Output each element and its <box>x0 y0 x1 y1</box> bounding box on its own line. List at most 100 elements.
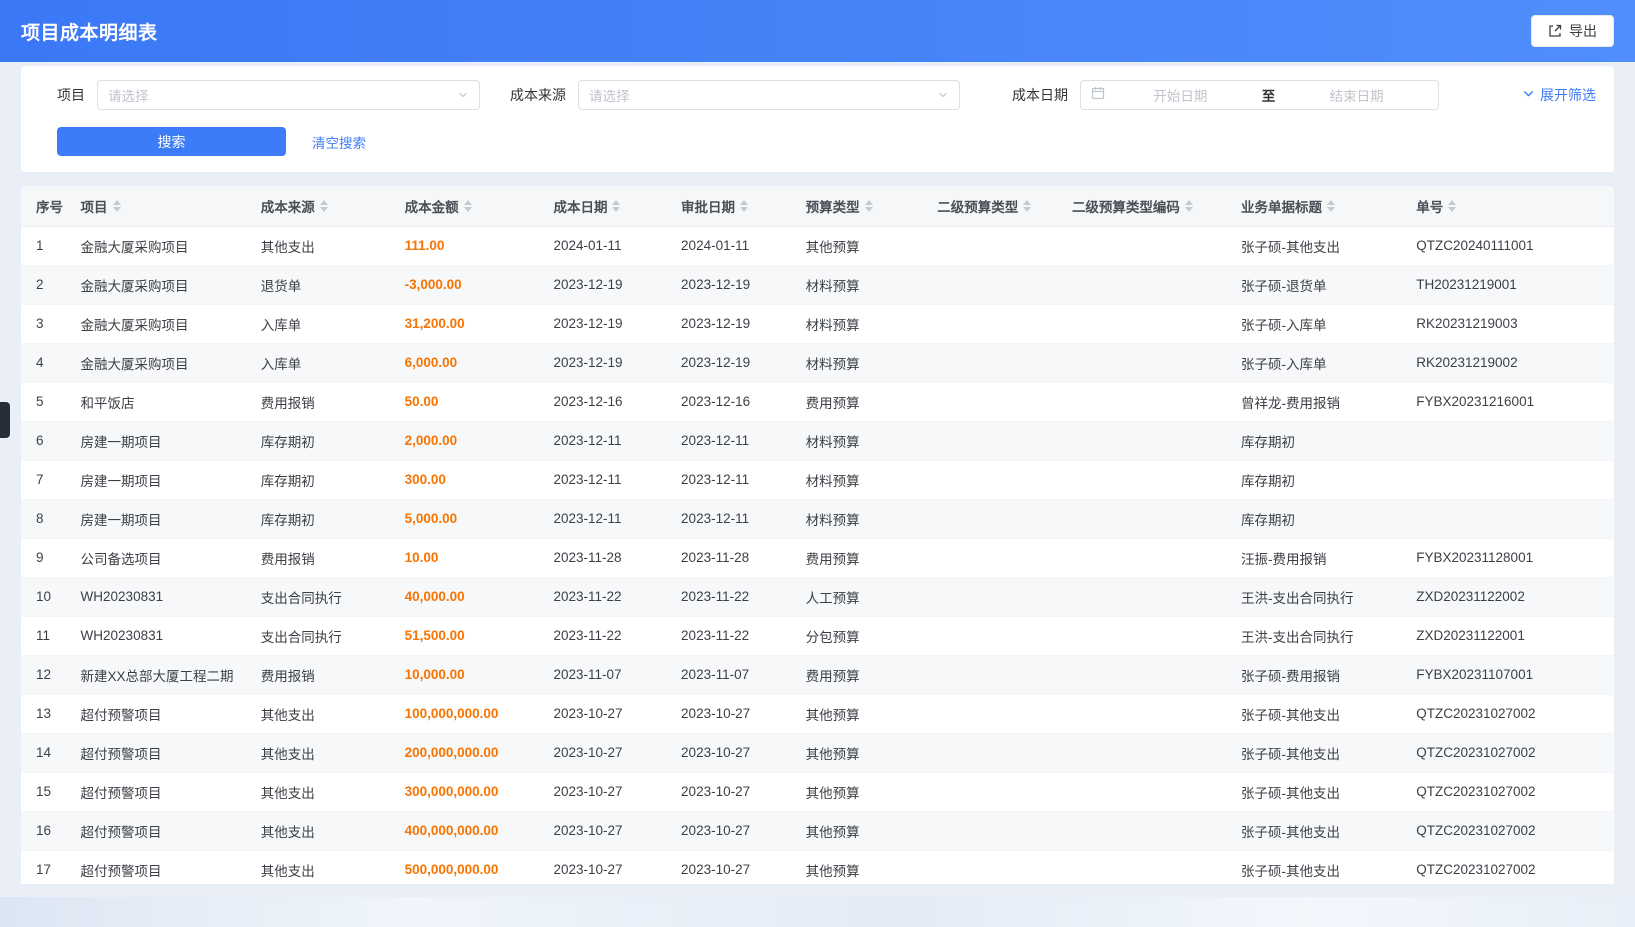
table-row[interactable]: 2金融大厦采购项目退货单-3,000.002023-12-192023-12-1… <box>21 265 1614 304</box>
cell-cost_date: 2023-11-22 <box>538 616 666 655</box>
table-row[interactable]: 5和平饭店费用报销50.002023-12-162023-12-16费用预算曾祥… <box>21 382 1614 421</box>
table-row[interactable]: 8房建一期项目库存期初5,000.002023-12-112023-12-11材… <box>21 499 1614 538</box>
cell-no: 1 <box>21 226 66 265</box>
column-header-doc_title[interactable]: 业务单据标题 <box>1226 186 1401 226</box>
cell-cost_date: 2023-12-19 <box>538 265 666 304</box>
cell-sub_budget_type <box>922 538 1057 577</box>
column-header-budget_type[interactable]: 预算类型 <box>791 186 923 226</box>
cell-no: 17 <box>21 850 66 884</box>
cell-approval_date: 2023-12-19 <box>666 304 791 343</box>
cell-no: 14 <box>21 733 66 772</box>
table-row[interactable]: 13超付预警项目其他支出100,000,000.002023-10-272023… <box>21 694 1614 733</box>
sort-icon[interactable] <box>113 200 121 212</box>
cost-source-select[interactable]: 请选择 <box>578 80 960 110</box>
project-select[interactable]: 请选择 <box>97 80 480 110</box>
cell-project: 房建一期项目 <box>66 499 246 538</box>
cell-sub_budget_type <box>922 772 1057 811</box>
cell-cost_date: 2023-10-27 <box>538 694 666 733</box>
cell-sub_budget_type <box>922 577 1057 616</box>
table-row[interactable]: 16超付预警项目其他支出400,000,000.002023-10-272023… <box>21 811 1614 850</box>
column-header-amount[interactable]: 成本金额 <box>390 186 539 226</box>
column-header-sub_budget_code[interactable]: 二级预算类型编码 <box>1057 186 1226 226</box>
sort-icon[interactable] <box>320 200 328 212</box>
sort-icon[interactable] <box>865 200 873 212</box>
table-row[interactable]: 15超付预警项目其他支出300,000,000.002023-10-272023… <box>21 772 1614 811</box>
column-label: 二级预算类型 <box>937 200 1018 215</box>
table-row[interactable]: 7房建一期项目库存期初300.002023-12-112023-12-11材料预… <box>21 460 1614 499</box>
sort-icon[interactable] <box>612 200 620 212</box>
column-header-cost_date[interactable]: 成本日期 <box>538 186 666 226</box>
export-button[interactable]: 导出 <box>1531 15 1614 47</box>
cell-doc_title: 张子硕-入库单 <box>1226 304 1401 343</box>
cell-amount: 10,000.00 <box>390 655 539 694</box>
column-label: 审批日期 <box>681 200 735 215</box>
cell-approval_date: 2023-12-11 <box>666 421 791 460</box>
column-header-project[interactable]: 项目 <box>66 186 246 226</box>
cell-doc_title: 库存期初 <box>1226 499 1401 538</box>
cost-date-range-picker[interactable]: 开始日期 至 结束日期 <box>1080 80 1439 110</box>
filter-panel: 项目 请选择 成本来源 请选择 成本日期 <box>21 66 1614 172</box>
cell-doc_no: QTZC20231027002 <box>1401 772 1614 811</box>
cell-sub_budget_type <box>922 265 1057 304</box>
cell-no: 11 <box>21 616 66 655</box>
cell-source: 其他支出 <box>246 811 390 850</box>
cell-doc_title: 汪振-费用报销 <box>1226 538 1401 577</box>
start-date-input[interactable]: 开始日期 <box>1109 85 1252 105</box>
cell-doc_no <box>1401 499 1614 538</box>
cell-doc_no: FYBX20231216001 <box>1401 382 1614 421</box>
table-row[interactable]: 12新建XX总部大厦工程二期费用报销10,000.002023-11-07202… <box>21 655 1614 694</box>
table-row[interactable]: 1金融大厦采购项目其他支出111.002024-01-112024-01-11其… <box>21 226 1614 265</box>
table-row[interactable]: 4金融大厦采购项目入库单6,000.002023-12-192023-12-19… <box>21 343 1614 382</box>
table-row[interactable]: 17超付预警项目其他支出500,000,000.002023-10-272023… <box>21 850 1614 884</box>
cell-doc_no <box>1401 460 1614 499</box>
side-drawer-handle[interactable] <box>0 402 10 438</box>
cell-approval_date: 2024-01-11 <box>666 226 791 265</box>
cell-sub_budget_code <box>1057 772 1226 811</box>
cell-source: 其他支出 <box>246 850 390 884</box>
column-header-sub_budget_type[interactable]: 二级预算类型 <box>922 186 1057 226</box>
cell-project: 金融大厦采购项目 <box>66 343 246 382</box>
cell-cost_date: 2023-10-27 <box>538 733 666 772</box>
clear-search-link[interactable]: 清空搜索 <box>312 132 366 152</box>
table-row[interactable]: 9公司备选项目费用报销10.002023-11-282023-11-28费用预算… <box>21 538 1614 577</box>
project-filter-label: 项目 <box>57 85 85 105</box>
expand-filters-link[interactable]: 展开筛选 <box>1522 85 1596 105</box>
sort-icon[interactable] <box>740 200 748 212</box>
table-row[interactable]: 6房建一期项目库存期初2,000.002023-12-112023-12-11材… <box>21 421 1614 460</box>
cell-budget_type: 材料预算 <box>791 460 923 499</box>
cell-approval_date: 2023-11-22 <box>666 616 791 655</box>
column-label: 二级预算类型编码 <box>1072 200 1180 215</box>
sort-icon[interactable] <box>1448 200 1456 212</box>
cell-sub_budget_code <box>1057 733 1226 772</box>
cell-budget_type: 材料预算 <box>791 304 923 343</box>
cell-sub_budget_code <box>1057 694 1226 733</box>
cell-budget_type: 其他预算 <box>791 850 923 884</box>
column-label: 序号 <box>36 200 63 215</box>
cell-sub_budget_code <box>1057 343 1226 382</box>
table-row[interactable]: 10WH20230831支出合同执行40,000.002023-11-22202… <box>21 577 1614 616</box>
sort-icon[interactable] <box>1185 200 1193 212</box>
cell-no: 13 <box>21 694 66 733</box>
search-button[interactable]: 搜索 <box>57 127 286 156</box>
sort-icon[interactable] <box>464 200 472 212</box>
table-row[interactable]: 3金融大厦采购项目入库单31,200.002023-12-192023-12-1… <box>21 304 1614 343</box>
cell-doc_title: 张子硕-其他支出 <box>1226 733 1401 772</box>
table-row[interactable]: 14超付预警项目其他支出200,000,000.002023-10-272023… <box>21 733 1614 772</box>
cell-cost_date: 2023-11-22 <box>538 577 666 616</box>
table-row[interactable]: 11WH20230831支出合同执行51,500.002023-11-22202… <box>21 616 1614 655</box>
cell-doc_no: ZXD20231122002 <box>1401 577 1614 616</box>
column-header-doc_no[interactable]: 单号 <box>1401 186 1614 226</box>
end-date-input[interactable]: 结束日期 <box>1285 85 1428 105</box>
column-header-approval_date[interactable]: 审批日期 <box>666 186 791 226</box>
cell-budget_type: 其他预算 <box>791 772 923 811</box>
chevron-down-icon <box>937 89 949 101</box>
cell-doc_no: QTZC20231027002 <box>1401 811 1614 850</box>
cell-cost_date: 2023-12-19 <box>538 304 666 343</box>
column-header-source[interactable]: 成本来源 <box>246 186 390 226</box>
cell-sub_budget_type <box>922 733 1057 772</box>
column-label: 项目 <box>81 200 108 215</box>
sort-icon[interactable] <box>1023 200 1031 212</box>
sort-icon[interactable] <box>1327 200 1335 212</box>
cell-cost_date: 2023-12-11 <box>538 499 666 538</box>
cell-doc_no <box>1401 421 1614 460</box>
